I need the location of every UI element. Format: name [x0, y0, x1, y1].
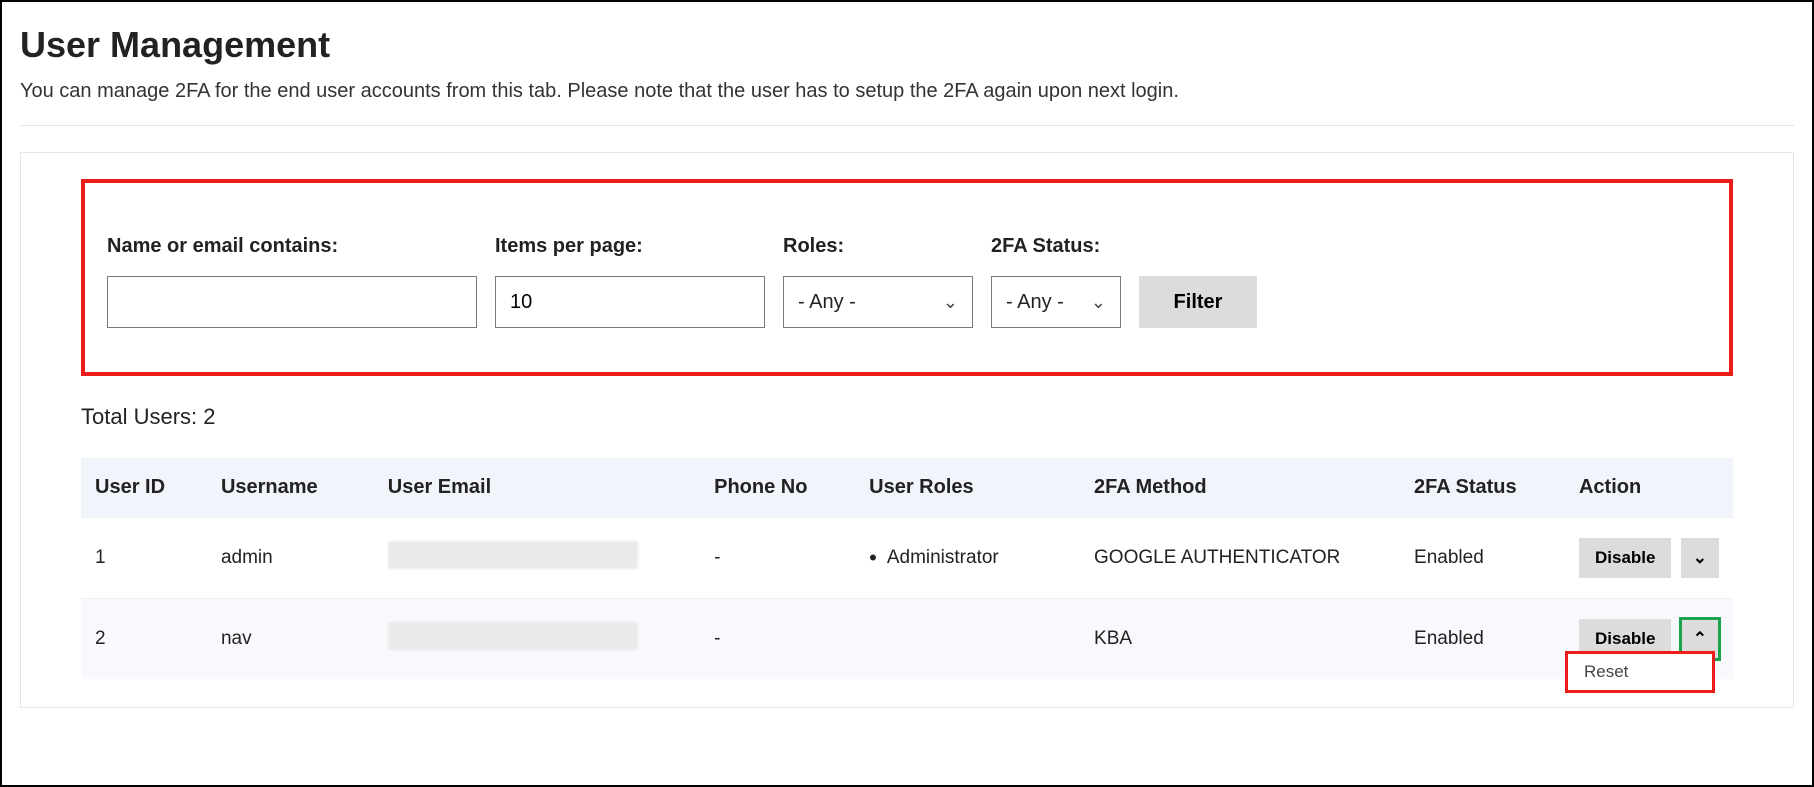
total-users: Total Users: 2: [81, 404, 1733, 430]
filter-roles-label: Roles:: [783, 235, 973, 258]
filter-name-field: Name or email contains:: [107, 235, 477, 328]
users-table: User ID Username User Email Phone No Use…: [81, 458, 1733, 679]
table-row: 1 admin - Administrator GOOGLE AUTHENTIC…: [81, 518, 1733, 599]
chevron-down-icon: ⌄: [1693, 548, 1707, 567]
filter-name-input[interactable]: [107, 276, 477, 328]
filter-items-input[interactable]: [495, 276, 765, 328]
cell-status: Enabled: [1400, 599, 1565, 680]
table-row: 2 nav - KBA Enabled Disable ⌃ Reset: [81, 599, 1733, 680]
total-users-count: 2: [203, 404, 215, 429]
redacted-email: [388, 541, 638, 569]
chevron-down-icon: ⌄: [1091, 292, 1106, 313]
filter-items-label: Items per page:: [495, 235, 765, 258]
filter-button[interactable]: Filter: [1139, 276, 1257, 328]
cell-email: [374, 518, 700, 599]
cell-method: KBA: [1080, 599, 1400, 680]
cell-method: GOOGLE AUTHENTICATOR: [1080, 518, 1400, 599]
cell-user-id: 2: [81, 599, 207, 680]
cell-username: nav: [207, 599, 374, 680]
filter-roles-field: Roles: - Any - ⌄: [783, 235, 973, 328]
cell-roles: [855, 599, 1080, 680]
action-dropdown-toggle[interactable]: ⌄: [1681, 538, 1719, 578]
col-username: Username: [207, 458, 374, 518]
col-action: Action: [1565, 458, 1733, 518]
col-roles: User Roles: [855, 458, 1080, 518]
cell-username: admin: [207, 518, 374, 599]
redacted-email: [388, 622, 638, 650]
disable-button[interactable]: Disable: [1579, 538, 1671, 578]
filter-2fa-select[interactable]: - Any - ⌄: [991, 276, 1121, 328]
cell-phone: -: [700, 599, 855, 680]
user-management-panel: Name or email contains: Items per page: …: [20, 152, 1794, 708]
page-description: You can manage 2FA for the end user acco…: [20, 80, 1794, 103]
chevron-up-icon: ⌃: [1693, 629, 1707, 648]
filter-roles-select[interactable]: - Any - ⌄: [783, 276, 973, 328]
filter-box: Name or email contains: Items per page: …: [81, 179, 1733, 376]
divider: [20, 125, 1794, 126]
col-status: 2FA Status: [1400, 458, 1565, 518]
filter-items-field: Items per page:: [495, 235, 765, 328]
cell-status: Enabled: [1400, 518, 1565, 599]
total-users-prefix: Total Users:: [81, 404, 203, 429]
action-dropdown-item-reset[interactable]: Reset: [1565, 651, 1715, 693]
cell-email: [374, 599, 700, 680]
col-method: 2FA Method: [1080, 458, 1400, 518]
cell-user-id: 1: [81, 518, 207, 599]
role-item: Administrator: [869, 547, 999, 568]
col-user-email: User Email: [374, 458, 700, 518]
cell-action: Disable ⌃ Reset: [1565, 599, 1733, 680]
chevron-down-icon: ⌄: [943, 292, 958, 313]
filter-2fa-value: - Any -: [1006, 291, 1064, 314]
col-phone: Phone No: [700, 458, 855, 518]
filter-2fa-label: 2FA Status:: [991, 235, 1121, 258]
filter-name-label: Name or email contains:: [107, 235, 477, 258]
cell-action: Disable ⌄: [1565, 518, 1733, 599]
cell-roles: Administrator: [855, 518, 1080, 599]
page-title: User Management: [20, 24, 1794, 66]
table-header-row: User ID Username User Email Phone No Use…: [81, 458, 1733, 518]
filter-2fa-field: 2FA Status: - Any - ⌄: [991, 235, 1121, 328]
col-user-id: User ID: [81, 458, 207, 518]
cell-phone: -: [700, 518, 855, 599]
filter-roles-value: - Any -: [798, 291, 856, 314]
